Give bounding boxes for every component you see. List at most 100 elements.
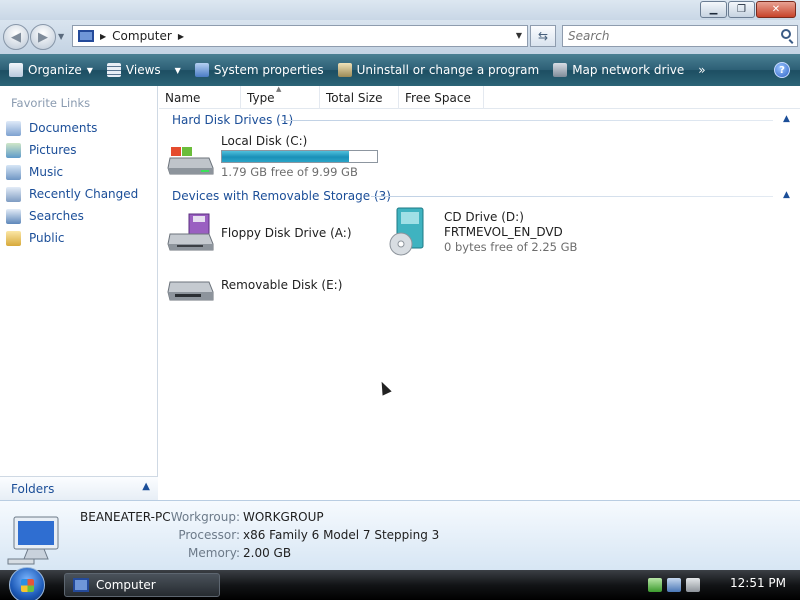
title-bar: ▁ ❐ ✕	[0, 0, 800, 20]
address-dropdown-icon[interactable]: ▼	[516, 31, 522, 40]
drive-free-space: 1.79 GB free of 9.99 GB	[221, 165, 358, 179]
help-button[interactable]: ?	[774, 62, 790, 78]
command-bar: Organize ▼ Views ▼ System properties Uni…	[0, 54, 800, 86]
folders-toggle[interactable]: Folders ▲	[0, 476, 158, 500]
column-total-size[interactable]: Total Size	[320, 86, 399, 109]
favorite-links-heading: Favorite Links	[11, 96, 91, 110]
taskbar-item-label: Computer	[96, 578, 156, 592]
nav-item-label: Public	[29, 231, 65, 245]
minimize-icon: ▁	[709, 4, 718, 15]
uninstall-label: Uninstall or change a program	[356, 63, 540, 77]
search-box[interactable]	[562, 25, 798, 47]
mouse-cursor-icon	[374, 376, 395, 399]
nav-item-label: Pictures	[29, 143, 77, 157]
column-type-label: Type	[247, 90, 275, 105]
chevron-up-icon[interactable]: ▲	[783, 114, 790, 124]
drive-name: Floppy Disk Drive (A:)	[221, 226, 352, 240]
workgroup-value: WORKGROUP	[243, 510, 324, 524]
taskbar: Computer 12:51 PM	[0, 567, 800, 600]
breadcrumb-computer[interactable]: Computer	[112, 29, 172, 43]
music-icon	[6, 164, 21, 180]
back-button[interactable]: ◀	[3, 24, 29, 50]
group-header-hard-disk[interactable]: Hard Disk Drives (1)	[172, 112, 293, 128]
volume-muted-icon[interactable]	[686, 578, 700, 592]
cd-drive-icon	[389, 207, 424, 256]
forward-button[interactable]: ▶	[30, 24, 56, 50]
memory-value: 2.00 GB	[243, 546, 292, 560]
public-folder-icon	[6, 230, 21, 246]
group-header-removable-storage[interactable]: Devices with Removable Storage (3)	[172, 188, 391, 204]
system-properties-button[interactable]: System properties	[191, 54, 328, 86]
drive-volume-label: FRTMEVOL_EN_DVD	[444, 225, 563, 239]
nav-item-pictures[interactable]: Pictures	[6, 141, 77, 159]
breadcrumb-arrow-icon[interactable]: ▶	[178, 32, 184, 41]
computer-icon	[73, 578, 89, 592]
hard-disk-icon	[167, 147, 214, 175]
views-button[interactable]: Views ▼	[103, 54, 185, 86]
removable-disk-icon	[167, 281, 214, 301]
drive-name: Removable Disk (E:)	[221, 278, 343, 292]
views-label: Views	[125, 63, 161, 77]
views-icon	[106, 63, 121, 77]
computer-icon	[7, 516, 59, 565]
help-icon: ?	[779, 64, 785, 76]
breadcrumb-arrow-icon[interactable]: ▶	[100, 32, 106, 41]
disk-usage-fill	[222, 151, 350, 162]
drive-name: Local Disk (C:)	[221, 134, 308, 148]
close-button[interactable]: ✕	[756, 1, 796, 18]
taskbar-item-computer[interactable]: Computer	[64, 573, 220, 597]
details-pane: BEANEATER-PC Workgroup: WORKGROUP Proces…	[0, 500, 800, 570]
group-divider	[371, 196, 773, 197]
map-network-drive-button[interactable]: Map network drive	[549, 54, 688, 86]
address-row: ◀ ▶ ▼ ▶ Computer ▶ ▼ ⇆	[0, 20, 800, 54]
workgroup-label: Workgroup:	[170, 510, 240, 524]
system-properties-icon	[194, 63, 209, 77]
floppy-drive-icon	[167, 213, 214, 251]
column-free-space[interactable]: Free Space	[399, 86, 484, 109]
recently-changed-icon	[6, 186, 21, 202]
nav-item-recently-changed[interactable]: Recently Changed	[6, 185, 138, 203]
disk-usage-bar	[221, 150, 378, 163]
window-controls: ▁ ❐ ✕	[700, 1, 796, 18]
group-divider	[281, 120, 773, 121]
forward-arrow-icon: ▶	[38, 29, 48, 45]
organize-button[interactable]: Organize ▼	[5, 54, 97, 86]
nav-item-label: Music	[29, 165, 64, 179]
nav-item-documents[interactable]: Documents	[6, 119, 97, 137]
network-icon[interactable]	[667, 578, 681, 592]
clock[interactable]: 12:51 PM	[730, 576, 786, 590]
nav-item-music[interactable]: Music	[6, 163, 63, 181]
file-list: Name Type ▲ Total Size Free Space Hard D…	[159, 85, 800, 500]
search-icon[interactable]	[781, 29, 791, 39]
documents-icon	[6, 120, 21, 136]
uninstall-program-button[interactable]: Uninstall or change a program	[334, 54, 544, 86]
search-input[interactable]	[563, 26, 763, 46]
memory-label: Memory:	[188, 546, 240, 560]
nav-item-public[interactable]: Public	[6, 229, 65, 247]
maximize-button[interactable]: ❐	[728, 1, 755, 18]
minimize-button[interactable]: ▁	[700, 1, 727, 18]
windows-defender-icon[interactable]	[648, 578, 662, 592]
refresh-button[interactable]: ⇆	[530, 25, 556, 47]
column-name[interactable]: Name	[159, 86, 241, 109]
chevron-up-icon: ▲	[142, 481, 150, 492]
maximize-icon: ❐	[737, 4, 746, 15]
nav-item-searches[interactable]: Searches	[6, 207, 84, 225]
chevron-down-icon: ▼	[174, 65, 181, 75]
more-commands-button[interactable]: »	[694, 54, 709, 86]
column-header: Name Type ▲ Total Size Free Space	[159, 85, 800, 109]
computer-name: BEANEATER-PC	[80, 510, 171, 524]
refresh-icon: ⇆	[537, 29, 549, 43]
drive-name: CD Drive (D:)	[444, 210, 524, 224]
network-drive-icon	[553, 63, 568, 77]
chevron-down-icon: ▼	[86, 65, 93, 75]
back-arrow-icon: ◀	[11, 29, 21, 45]
start-button[interactable]	[9, 567, 45, 600]
computer-icon	[78, 30, 94, 42]
organize-icon	[9, 63, 23, 77]
chevron-up-icon[interactable]: ▲	[783, 190, 790, 200]
organize-label: Organize	[28, 63, 82, 77]
address-bar[interactable]: ▶ Computer ▶ ▼	[72, 25, 528, 47]
drive-free-space: 0 bytes free of 2.25 GB	[444, 240, 578, 254]
recent-pages-dropdown[interactable]: ▼	[58, 32, 64, 41]
